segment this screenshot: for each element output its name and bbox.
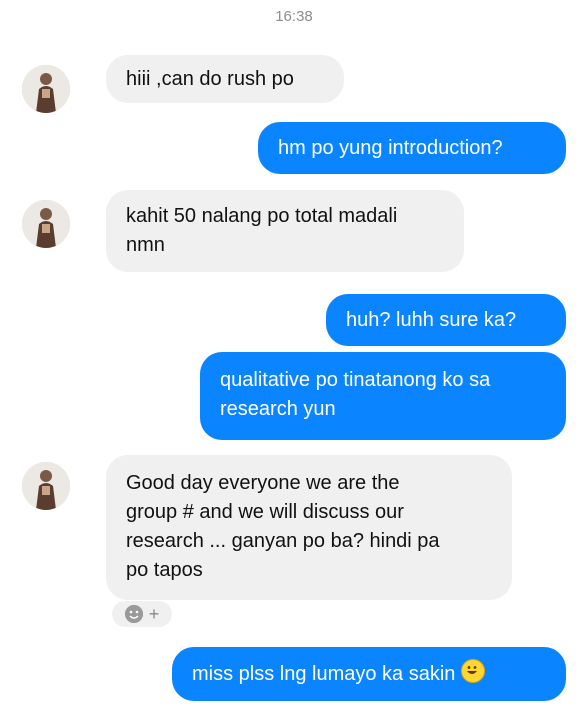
add-reaction-smiley-icon: [124, 605, 143, 623]
plus-icon: +: [148, 603, 160, 624]
message-text-line: Good day everyone we are the: [126, 472, 400, 494]
outgoing-message[interactable]: miss plss lng lumayo ka sakin: [172, 647, 566, 701]
message-text-line: group # and we will discuss our: [126, 501, 404, 523]
message-text-line: research yun: [220, 398, 336, 420]
contact-avatar[interactable]: [22, 200, 70, 248]
incoming-message[interactable]: kahit 50 nalang po total madali nmn: [106, 190, 464, 272]
message-text-line: po tapos: [126, 559, 203, 581]
message-text: miss plss lng lumayo ka sakin: [192, 663, 456, 685]
message-text: hiii ,can do rush po: [126, 68, 294, 90]
incoming-message[interactable]: Good day everyone we are the group # and…: [106, 455, 512, 600]
message-text-line: research ... ganyan po ba? hindi pa: [126, 530, 440, 552]
incoming-message[interactable]: hiii ,can do rush po: [106, 55, 344, 103]
grinning-face-emoji-icon: [461, 659, 486, 683]
avatar-photo-icon: [22, 200, 70, 248]
contact-avatar[interactable]: [22, 462, 70, 510]
outgoing-message[interactable]: qualitative po tinatanong ko sa research…: [200, 352, 566, 440]
message-text-line: kahit 50 nalang po total madali: [126, 205, 398, 227]
message-text-line: qualitative po tinatanong ko sa: [220, 369, 491, 391]
contact-avatar[interactable]: [22, 65, 70, 113]
message-text: huh? luhh sure ka?: [346, 309, 517, 331]
avatar-photo-icon: [22, 462, 70, 510]
timestamp: 16:38: [275, 8, 313, 25]
outgoing-message[interactable]: huh? luhh sure ka?: [326, 294, 566, 346]
avatar-photo-icon: [22, 65, 70, 113]
add-reaction-button[interactable]: +: [112, 601, 172, 627]
message-text-line: nmn: [126, 234, 165, 256]
outgoing-message[interactable]: hm po yung introduction?: [258, 122, 566, 174]
message-text: hm po yung introduction?: [278, 137, 503, 159]
